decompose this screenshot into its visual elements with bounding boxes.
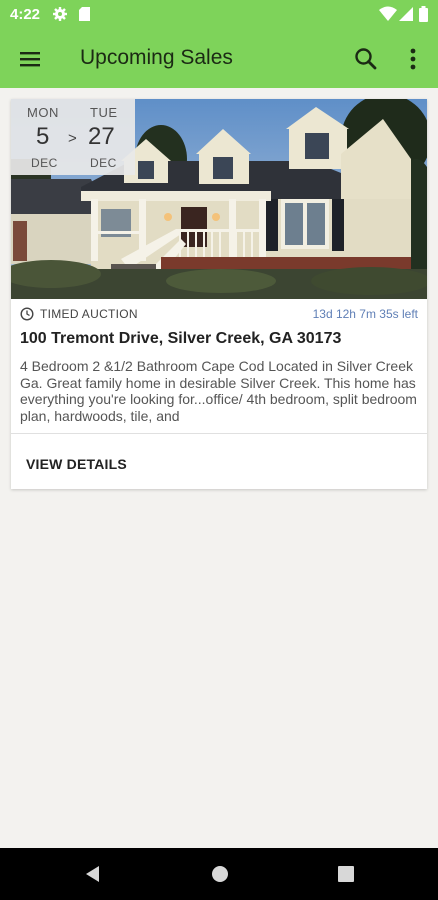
start-day-of-week: MON	[27, 105, 59, 120]
settings-icon	[52, 6, 68, 27]
app-bar: Upcoming Sales	[0, 30, 438, 88]
start-day: 5	[36, 123, 50, 150]
recents-icon[interactable]	[337, 864, 355, 889]
property-photo[interactable]: MON 5 DEC > TUE 27 DEC	[11, 99, 427, 299]
menu-icon[interactable]	[18, 47, 46, 71]
more-vert-icon[interactable]	[401, 46, 425, 72]
back-icon[interactable]	[83, 864, 103, 889]
wifi-icon	[379, 6, 397, 27]
end-day-of-week: TUE	[90, 105, 118, 120]
sale-date-range: MON 5 DEC > TUE 27 DEC	[11, 99, 135, 175]
sale-meta: TIMED AUCTION 13d 12h 7m 35s left	[20, 306, 418, 322]
date-separator: >	[68, 130, 77, 147]
page-title: Upcoming Sales	[80, 46, 233, 69]
view-details-button[interactable]: VIEW DETAILS	[26, 456, 127, 472]
status-bar: 4:22	[0, 0, 438, 30]
system-nav-bar	[0, 848, 438, 900]
end-day: 27	[88, 123, 115, 150]
home-icon[interactable]	[210, 864, 230, 889]
battery-icon	[419, 6, 428, 27]
start-month: DEC	[31, 156, 58, 170]
status-time: 4:22	[10, 6, 41, 23]
signal-icon	[399, 6, 414, 27]
search-icon[interactable]	[353, 46, 379, 72]
end-month: DEC	[90, 156, 117, 170]
sale-card[interactable]: MON 5 DEC > TUE 27 DEC TIMED AUCTION 13d…	[11, 99, 427, 489]
time-left: 13d 12h 7m 35s left	[312, 307, 418, 321]
sale-type: TIMED AUCTION	[40, 307, 138, 321]
sale-address[interactable]: 100 Tremont Drive, Silver Creek, GA 3017…	[20, 330, 341, 348]
clock-icon	[20, 307, 34, 321]
card-divider	[11, 433, 427, 434]
sd-card-icon	[78, 6, 91, 27]
sale-description: 4 Bedroom 2 &1/2 Bathroom Cape Cod Locat…	[20, 358, 417, 424]
